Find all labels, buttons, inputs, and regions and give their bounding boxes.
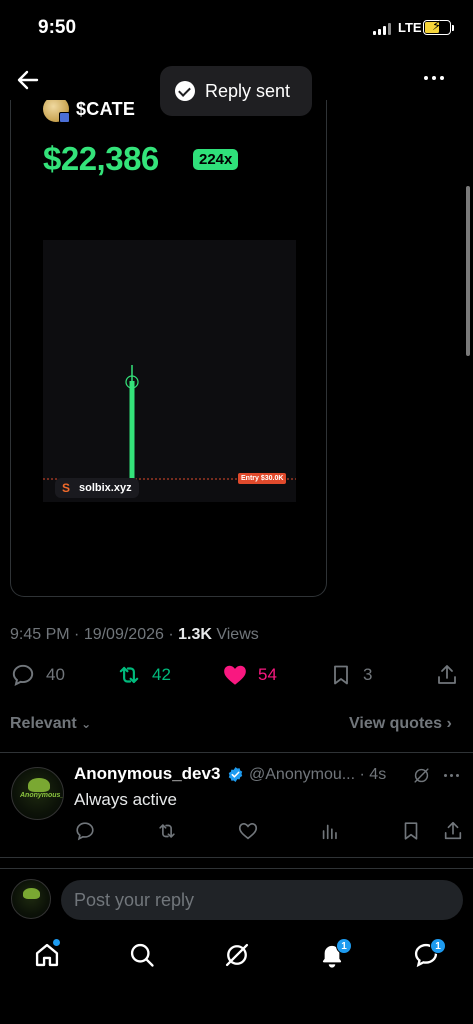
like-button[interactable]: 54	[222, 662, 277, 688]
bookmark-icon	[334, 665, 348, 685]
bookmark-button[interactable]: 3	[329, 662, 372, 688]
divider	[0, 752, 473, 753]
reply-text: Always active	[74, 790, 177, 809]
token-name: $CATE	[76, 100, 136, 119]
chevron-down-icon: ⌄	[81, 717, 92, 731]
repost-button[interactable]: 42	[116, 662, 171, 688]
divider	[0, 868, 473, 869]
reply-avatar[interactable]: Anonymous_dev3	[11, 767, 64, 820]
status-time: 9:50	[38, 17, 77, 38]
back-arrow-icon[interactable]	[14, 66, 42, 94]
reply-sent-toast: Reply sent	[160, 66, 312, 116]
chevron-right-icon: ›	[446, 715, 452, 732]
brand-label: solbix.xyz	[79, 482, 132, 494]
tab-bar	[0, 935, 473, 985]
post-meta: 9:45 PM · 19/09/2026 · 1.3K Views	[10, 626, 259, 643]
scrollbar[interactable]	[466, 186, 470, 356]
more-options-icon[interactable]	[424, 76, 444, 80]
like-count: 54	[258, 665, 277, 684]
token-row: $CATE	[43, 100, 136, 123]
reply-handle: @Anonymou... · 4s	[249, 766, 387, 783]
post-date: 19/09/2026	[83, 626, 164, 643]
share-icon	[438, 665, 456, 684]
price-chart: S solbix.xyz Entry $30.0K	[43, 240, 296, 502]
toast-text: Reply sent	[205, 80, 291, 101]
battery-icon: ⚡	[423, 18, 451, 35]
heart-icon	[224, 665, 246, 685]
notifications-badge: 1	[336, 938, 352, 954]
reply-share-icon[interactable]	[442, 820, 464, 842]
post-time: 9:45 PM	[10, 626, 70, 643]
reply-button[interactable]: 40	[10, 662, 65, 688]
entry-tag: Entry $30.0K	[238, 473, 287, 484]
reply-count: 40	[46, 665, 65, 684]
reply-icon	[12, 664, 34, 687]
reply-heart-icon[interactable]	[237, 820, 259, 842]
verified-badge-icon	[228, 767, 243, 782]
candle-body	[129, 381, 135, 479]
reply-repost-icon[interactable]	[156, 820, 178, 842]
reply-actions	[0, 820, 473, 844]
repost-count: 42	[152, 665, 171, 684]
reply-author-name[interactable]: Anonymous_dev3	[74, 764, 220, 784]
search-icon[interactable]	[128, 941, 156, 969]
views-count: 1.3K	[178, 626, 212, 643]
reply-input[interactable]	[61, 880, 463, 920]
chart-svg	[43, 365, 296, 480]
views-label: Views	[216, 626, 259, 643]
share-button[interactable]	[435, 662, 459, 688]
reply-analytics-icon[interactable]	[319, 820, 341, 842]
composer-avatar	[11, 879, 51, 919]
grok-tab-icon[interactable]	[223, 941, 251, 969]
status-bar: 9:50 LTE ⚡	[0, 0, 473, 56]
media-card[interactable]: $CATE $22,386 224x S solbix.xyz Entry $3…	[10, 100, 327, 597]
reply-bookmark-icon[interactable]	[400, 820, 422, 842]
reply-handle-text: @Anonymou...	[249, 766, 356, 783]
view-quotes-label: View quotes	[349, 715, 443, 732]
grok-icon[interactable]	[412, 766, 431, 785]
sort-dropdown[interactable]: Relevant ⌄	[10, 715, 91, 733]
network-label: LTE	[398, 20, 422, 35]
reply-reply-icon[interactable]	[74, 820, 96, 842]
messages-badge: 1	[430, 938, 446, 954]
reply-age: 4s	[369, 766, 387, 783]
view-quotes-link[interactable]: View quotes ›	[349, 715, 452, 733]
post-actions: 40 42 54 3	[0, 662, 473, 692]
repost-icon	[119, 666, 139, 684]
home-unread-dot	[53, 939, 60, 946]
signal-icon	[373, 23, 391, 35]
token-price: $22,386	[43, 140, 159, 177]
brand-badge: S solbix.xyz	[55, 478, 139, 498]
multiplier-badge: 224x	[193, 149, 239, 170]
sort-label: Relevant	[10, 715, 77, 732]
divider	[0, 857, 473, 858]
bookmark-count: 3	[363, 665, 373, 684]
token-logo-icon	[43, 100, 70, 123]
solbix-logo-icon: S	[59, 481, 73, 495]
reply-more-icon[interactable]	[444, 774, 459, 777]
check-circle-icon	[175, 81, 195, 101]
